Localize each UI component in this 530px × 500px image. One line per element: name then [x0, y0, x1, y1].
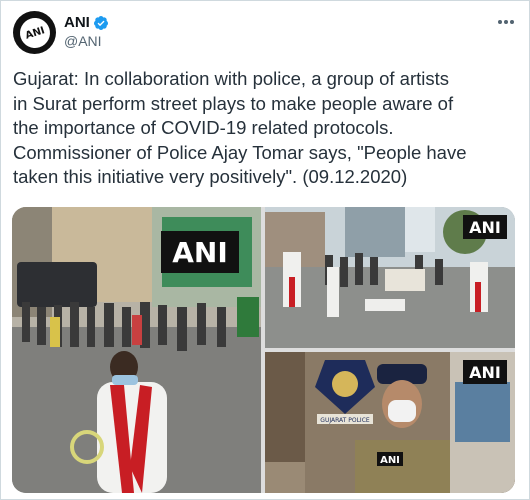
author-handle[interactable]: @ANI: [64, 33, 102, 49]
more-options-icon[interactable]: [495, 13, 517, 31]
avatar-logo-text: ANI: [23, 24, 46, 41]
verified-badge-icon: [93, 15, 109, 31]
ani-watermark: ANI: [161, 231, 239, 273]
ani-watermark: ANI: [463, 215, 507, 239]
media-grid[interactable]: ANI ANI GUJARAT POLICE ANI ANI: [12, 207, 515, 493]
photo-street-crowd[interactable]: ANI: [265, 207, 515, 348]
display-name[interactable]: ANI: [64, 14, 90, 31]
photo-street-play[interactable]: ANI: [12, 207, 261, 493]
photo-police-commissioner[interactable]: GUJARAT POLICE ANI ANI: [265, 352, 515, 493]
tweet-card[interactable]: ANI ANI @ANI Gujarat: In collaboration w…: [0, 0, 530, 500]
tweet-text: Gujarat: In collaboration with police, a…: [13, 68, 467, 187]
mic-flag-label: ANI: [380, 455, 400, 466]
author-name-row: ANI: [64, 14, 109, 31]
avatar[interactable]: ANI: [13, 11, 56, 54]
ani-watermark: ANI: [463, 360, 507, 384]
ani-logo: ANI: [15, 13, 54, 52]
police-badge-label: GUJARAT POLICE: [320, 417, 370, 424]
